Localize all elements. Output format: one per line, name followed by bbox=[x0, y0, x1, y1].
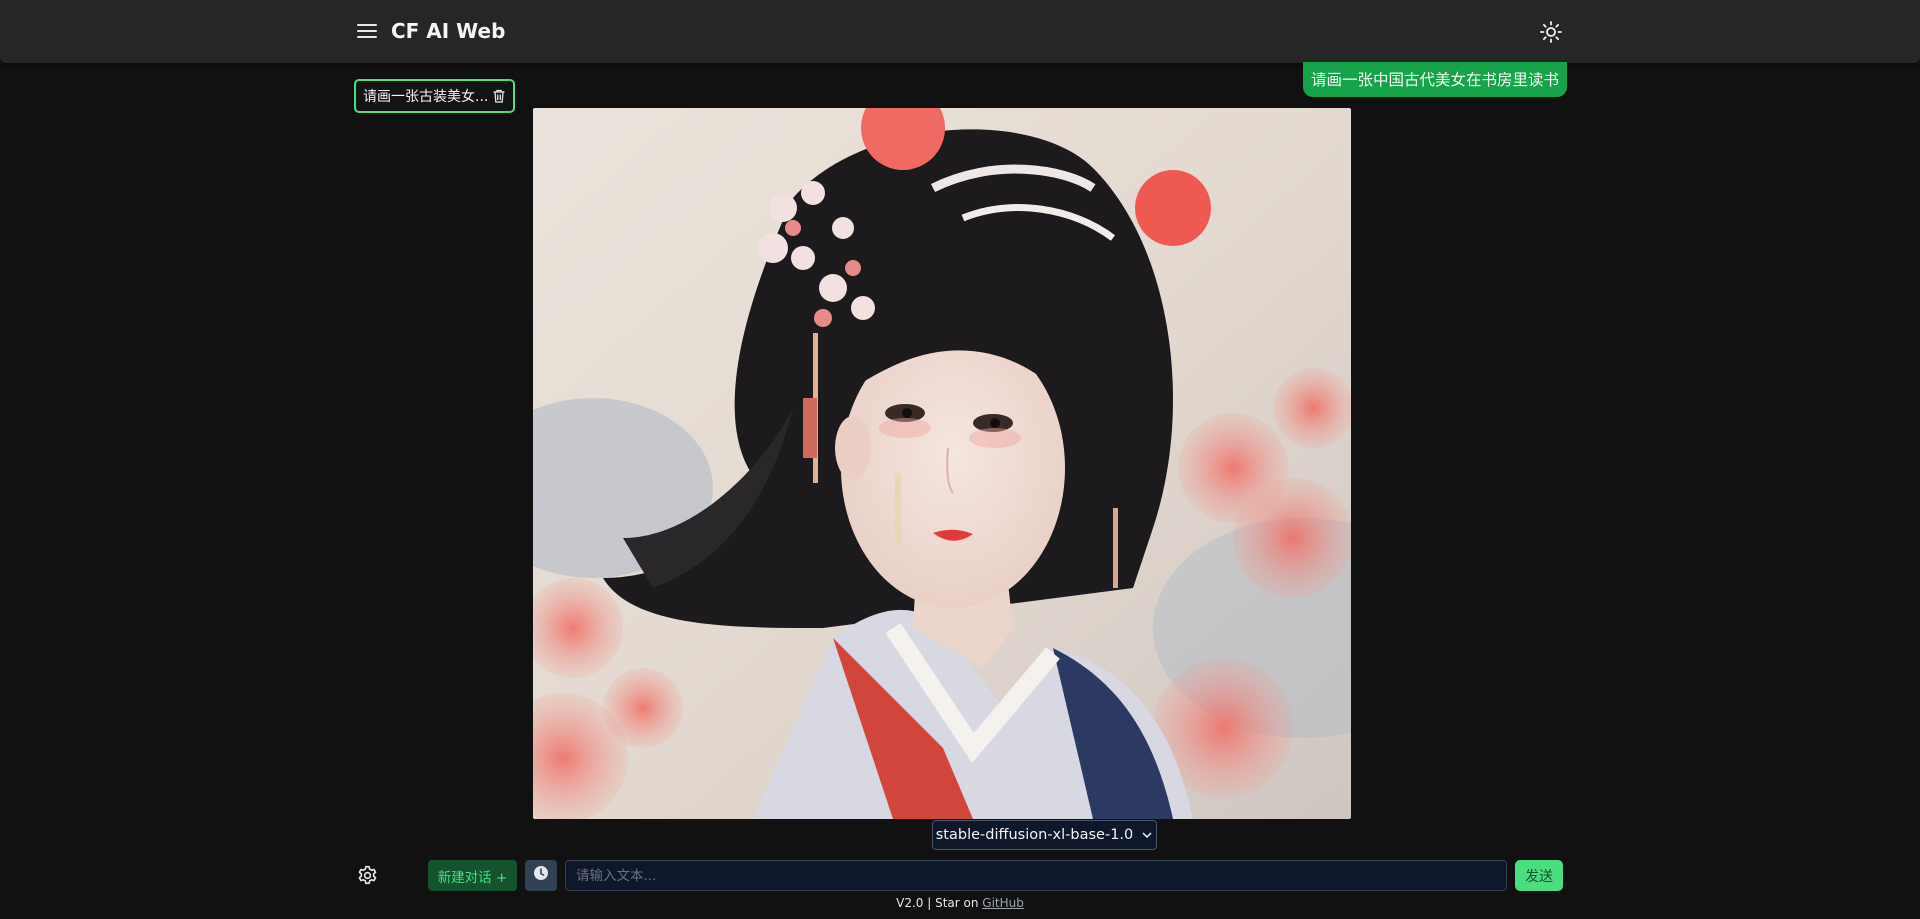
hamburger-menu-icon[interactable] bbox=[356, 21, 378, 41]
conversation-item-label: 请画一张古装美女... bbox=[363, 89, 487, 105]
conversation-item[interactable]: 请画一张古装美女... bbox=[354, 79, 515, 113]
footer: V2.0 | Star on GitHub bbox=[0, 896, 1920, 910]
send-button[interactable]: 发送 bbox=[1515, 860, 1563, 891]
app-title: CF AI Web bbox=[391, 19, 506, 43]
model-select[interactable]: stable-diffusion-xl-base-1.0 bbox=[932, 820, 1157, 850]
sun-icon[interactable] bbox=[1539, 20, 1563, 44]
github-link[interactable]: GitHub bbox=[982, 896, 1024, 910]
model-select-value: stable-diffusion-xl-base-1.0 bbox=[935, 827, 1134, 843]
gear-icon[interactable] bbox=[356, 864, 379, 887]
chevron-down-icon bbox=[1141, 829, 1153, 841]
clock-icon bbox=[533, 865, 549, 886]
generated-image bbox=[533, 108, 1351, 819]
version-text: V2.0 | Star on bbox=[896, 896, 983, 910]
history-button[interactable] bbox=[525, 860, 557, 891]
new-chat-button[interactable]: 新建对话 + bbox=[428, 860, 517, 891]
user-message: 请画一张中国古代美女在书房里读书 bbox=[1302, 62, 1567, 97]
top-bar: CF AI Web bbox=[0, 0, 1920, 63]
trash-icon[interactable] bbox=[491, 88, 507, 104]
prompt-input[interactable] bbox=[565, 860, 1507, 891]
